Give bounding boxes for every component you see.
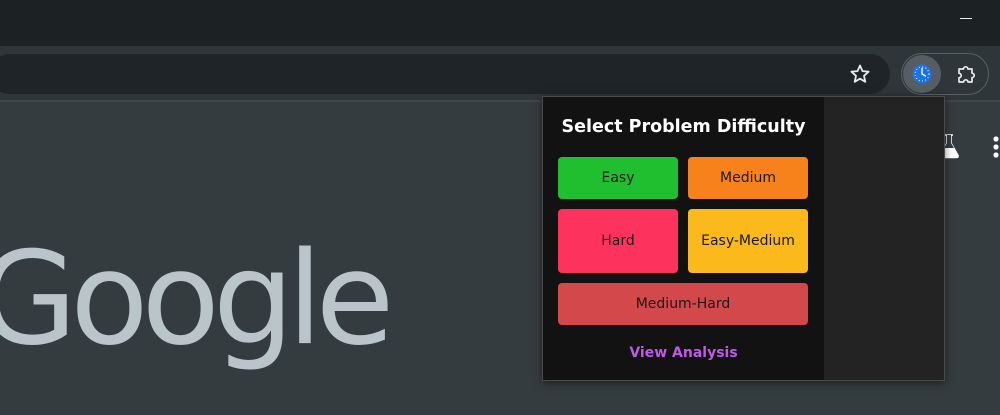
minimize-icon[interactable] [960, 18, 972, 19]
google-logo: Google [0, 225, 394, 374]
hard-button[interactable]: Hard [558, 209, 678, 273]
extensions-puzzle-icon[interactable] [956, 63, 978, 85]
easy-button[interactable]: Easy [558, 157, 678, 199]
medium-hard-button[interactable]: Medium-Hard [558, 283, 808, 325]
view-analysis-link[interactable]: View Analysis [543, 345, 824, 361]
extension-clock-icon [912, 64, 932, 84]
difficulty-extension-button[interactable] [903, 55, 941, 93]
popup-content: Select Problem Difficulty Easy Medium Ha… [543, 97, 824, 380]
extension-popup: Select Problem Difficulty Easy Medium Ha… [542, 96, 945, 381]
browser-toolbar [0, 46, 1000, 102]
popup-title: Select Problem Difficulty [561, 117, 806, 137]
easy-medium-button[interactable]: Easy-Medium [688, 209, 808, 273]
bookmark-star-icon[interactable] [848, 62, 872, 86]
more-kebab-icon[interactable] [992, 136, 1000, 158]
address-bar[interactable] [0, 54, 890, 94]
medium-button[interactable]: Medium [688, 157, 808, 199]
window-titlebar [0, 0, 1000, 46]
